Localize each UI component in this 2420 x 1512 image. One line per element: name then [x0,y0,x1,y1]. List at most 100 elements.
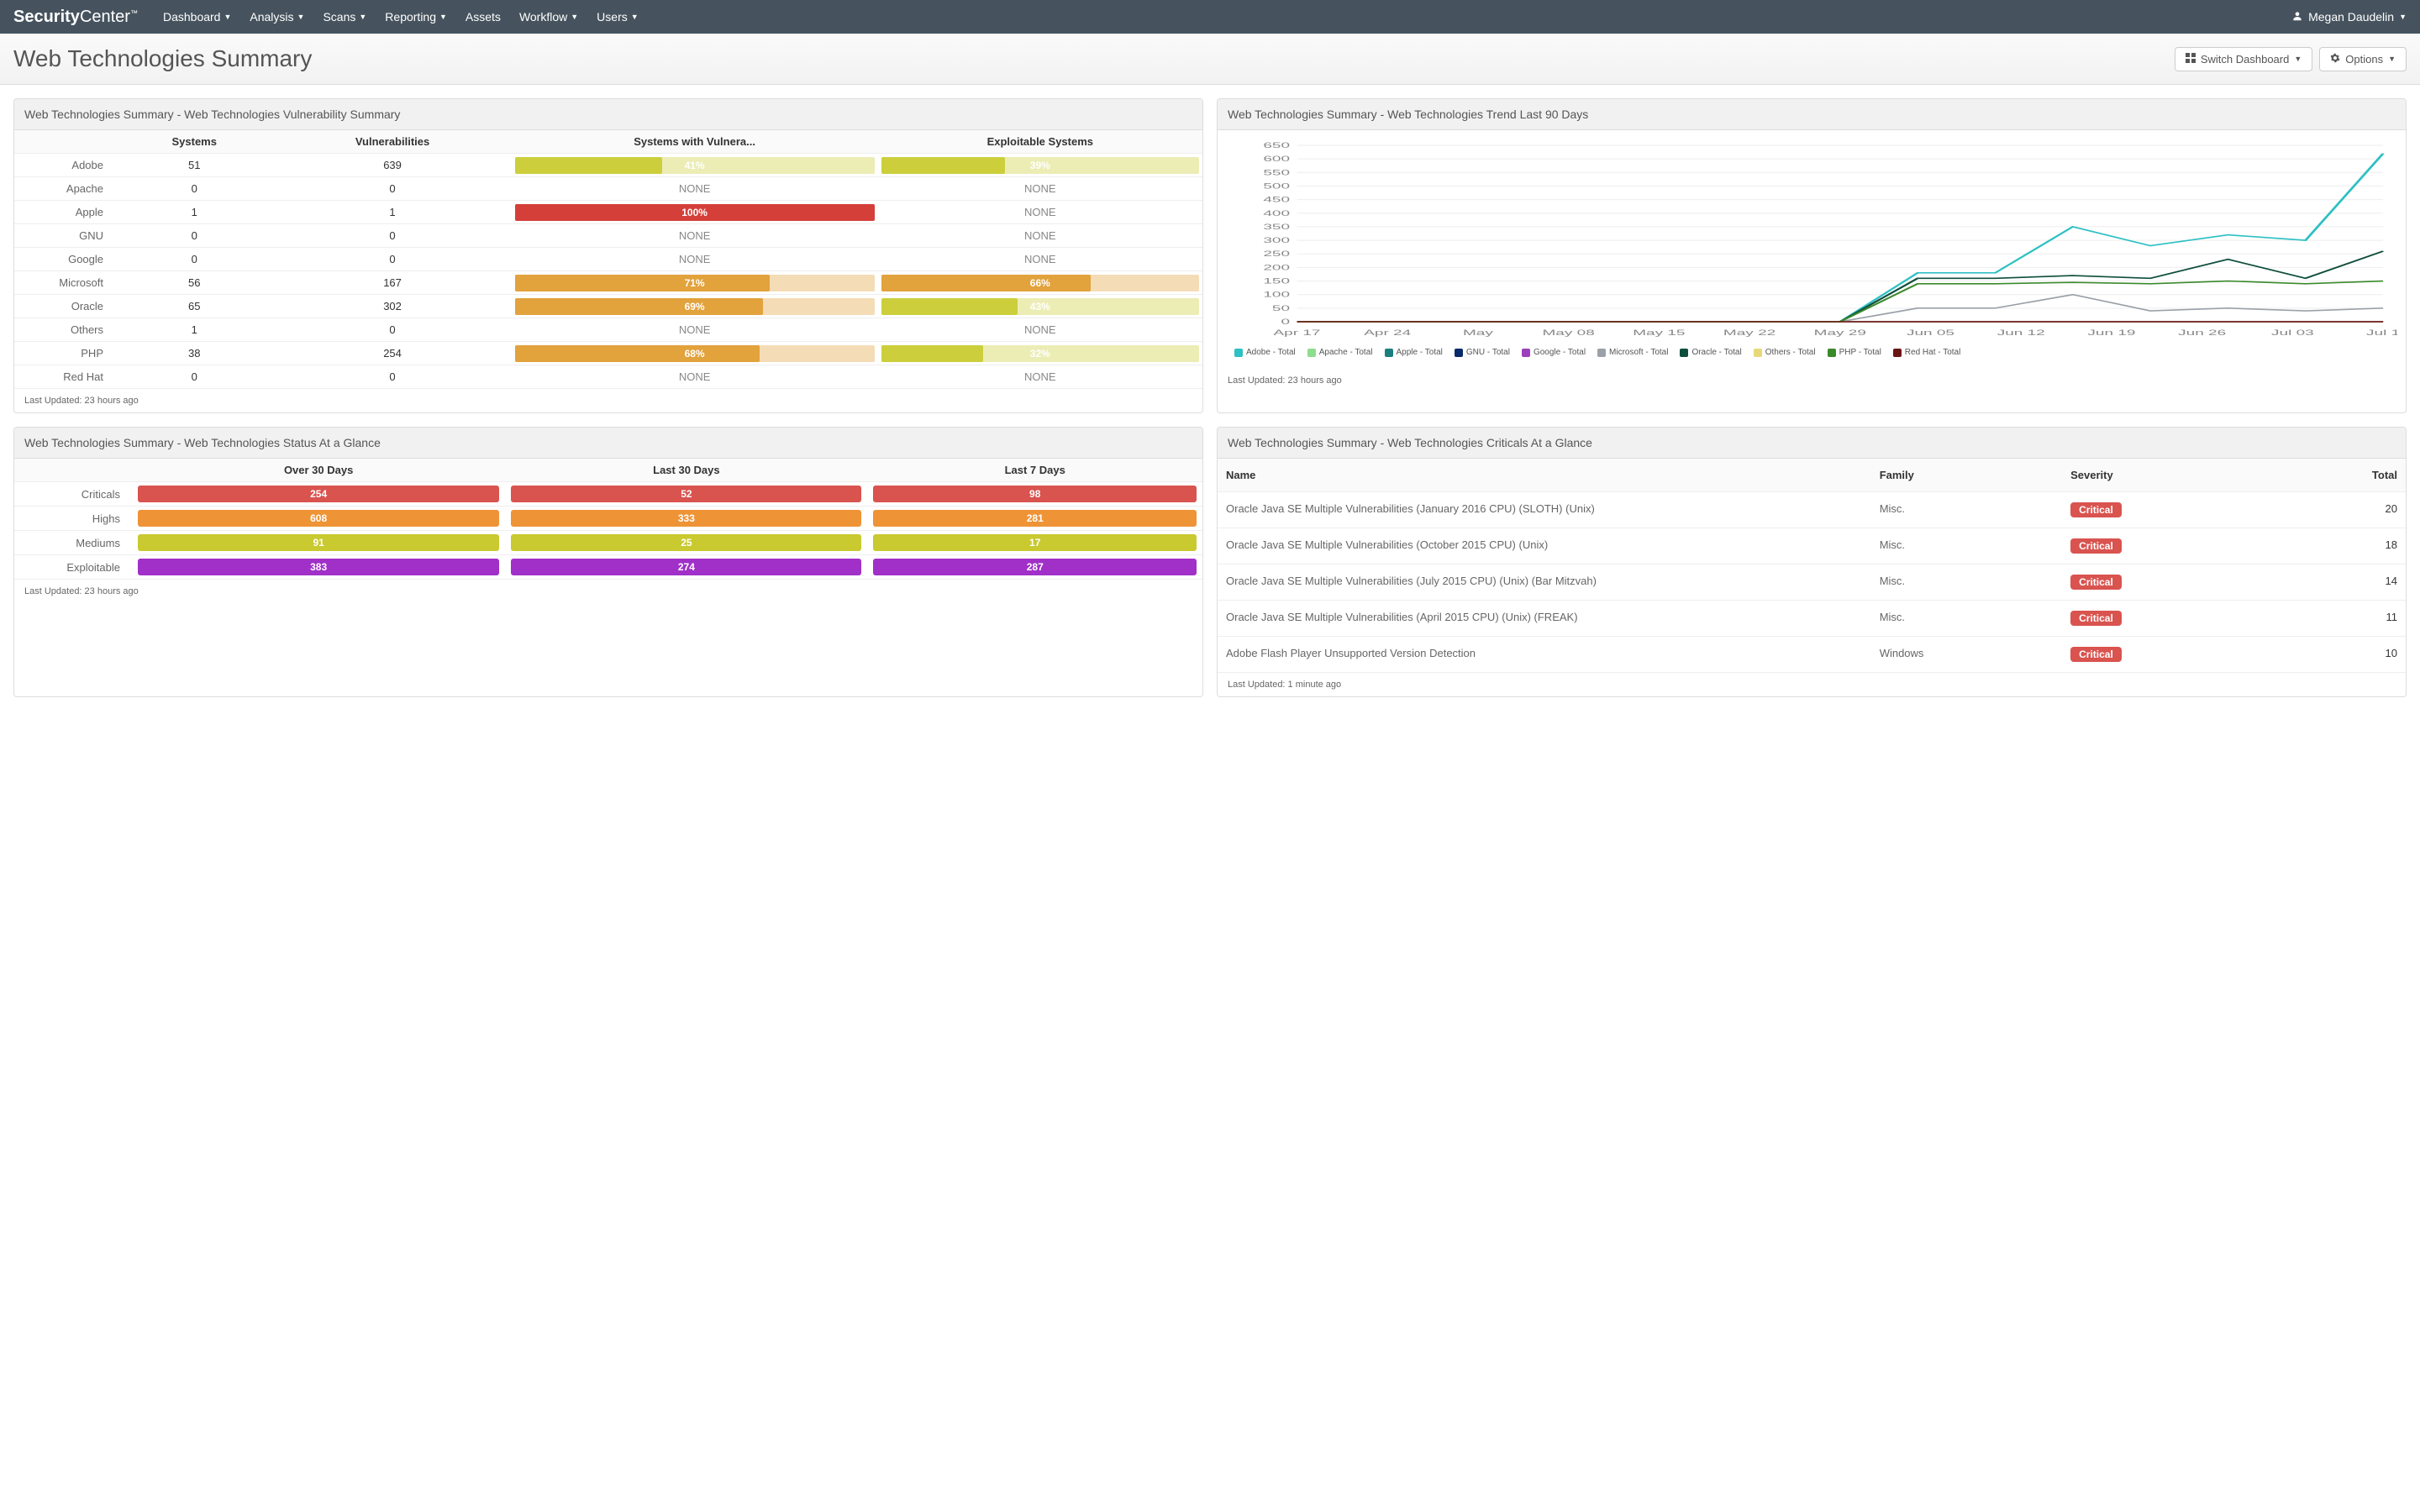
vuln-total: 11 [2274,601,2406,637]
trend-line-chart[interactable]: 050100150200250300350400450500550600650A… [1226,139,2397,340]
nav-items: Dashboard▼ Analysis▼ Scans▼ Reporting▼ Asset… [163,10,2291,24]
legend-swatch [1307,349,1316,357]
legend-item[interactable]: Red Hat - Total [1893,348,1961,357]
last-updated: Last Updated: 23 hours ago [1218,369,2406,392]
panel-title: Web Technologies Summary - Web Technolog… [1218,99,2406,130]
column-header: Systems [115,130,273,154]
panel-title: Web Technologies Summary - Web Technolog… [1218,428,2406,459]
legend-swatch [1680,349,1688,357]
svg-text:May 22: May 22 [1723,329,1776,338]
criticals-table: NameFamilySeverityTotal Oracle Java SE M… [1218,459,2406,673]
table-row[interactable]: Oracle Java SE Multiple Vulnerabilities … [1218,601,2406,637]
table-row[interactable]: Mediums912517 [14,531,1202,555]
row-label: Oracle [14,295,115,318]
severity-badge: Critical [2070,611,2122,626]
user-menu[interactable]: Megan Daudelin ▼ [2291,10,2407,24]
row-label: Exploitable [14,555,132,580]
table-row[interactable]: Criticals2545298 [14,482,1202,507]
column-header: Vulnerabilities [273,130,511,154]
svg-text:May 15: May 15 [1633,329,1685,338]
vuln-total: 20 [2274,492,2406,528]
caret-down-icon: ▼ [297,13,305,21]
legend-item[interactable]: GNU - Total [1455,348,1510,357]
legend-swatch [1385,349,1393,357]
vuln-total: 18 [2274,528,2406,564]
svg-text:Jul 1: Jul 1 [2366,329,2397,338]
column-header: Last 7 Days [867,459,1202,482]
chart-legend: Adobe - Total Apache - Total Apple - Total… [1226,343,2397,360]
table-row[interactable]: Red Hat00NONENONE [14,365,1202,389]
row-label: Apache [14,177,115,201]
caret-down-icon: ▼ [631,13,639,21]
row-label: Red Hat [14,365,115,389]
row-label: Google [14,248,115,271]
table-row[interactable]: Microsoft5616771%66% [14,271,1202,295]
switch-dashboard-button[interactable]: Switch Dashboard ▼ [2175,47,2312,71]
nav-item-users[interactable]: Users▼ [597,10,638,24]
svg-text:Apr 17: Apr 17 [1274,329,1321,338]
svg-text:250: 250 [1263,250,1290,259]
svg-text:Apr 24: Apr 24 [1364,329,1411,338]
row-label: Mediums [14,531,132,555]
legend-item[interactable]: Apple - Total [1385,348,1443,357]
table-row[interactable]: Oracle6530269%43% [14,295,1202,318]
svg-text:May: May [1463,329,1494,338]
nav-item-dashboard[interactable]: Dashboard▼ [163,10,231,24]
legend-item[interactable]: Google - Total [1522,348,1586,357]
column-header: Total [2274,459,2406,492]
table-row[interactable]: Oracle Java SE Multiple Vulnerabilities … [1218,528,2406,564]
vuln-name: Oracle Java SE Multiple Vulnerabilities … [1218,492,1871,528]
user-icon [2291,10,2303,24]
svg-text:0: 0 [1281,318,1290,327]
nav-item-scans[interactable]: Scans▼ [323,10,366,24]
legend-item[interactable]: Oracle - Total [1680,348,1741,357]
legend-item[interactable]: Adobe - Total [1234,348,1296,357]
panel-trend: Web Technologies Summary - Web Technolog… [1217,98,2407,413]
row-label: Microsoft [14,271,115,295]
legend-item[interactable]: Microsoft - Total [1597,348,1668,357]
vuln-family: Misc. [1871,601,2062,637]
table-row[interactable]: Google00NONENONE [14,248,1202,271]
page-header: Web Technologies Summary Switch Dashboar… [0,34,2420,85]
legend-item[interactable]: Others - Total [1754,348,1816,357]
options-button[interactable]: Options ▼ [2319,47,2407,71]
nav-item-workflow[interactable]: Workflow▼ [519,10,578,24]
vuln-family: Misc. [1871,528,2062,564]
table-row[interactable]: Oracle Java SE Multiple Vulnerabilities … [1218,564,2406,601]
row-label: Others [14,318,115,342]
legend-item[interactable]: PHP - Total [1828,348,1881,357]
row-label: Criticals [14,482,132,507]
nav-item-analysis[interactable]: Analysis▼ [250,10,304,24]
legend-swatch [1234,349,1243,357]
svg-text:Jun 19: Jun 19 [2087,329,2135,338]
svg-text:300: 300 [1263,237,1290,245]
nav-item-reporting[interactable]: Reporting▼ [385,10,447,24]
status-glance-table: Over 30 DaysLast 30 DaysLast 7 Days Crit… [14,459,1202,580]
grid-icon [2186,53,2196,66]
table-row[interactable]: Exploitable383274287 [14,555,1202,580]
caret-down-icon: ▼ [439,13,447,21]
table-row[interactable]: Oracle Java SE Multiple Vulnerabilities … [1218,492,2406,528]
legend-item[interactable]: Apache - Total [1307,348,1373,357]
row-label: GNU [14,224,115,248]
table-row[interactable]: Others10NONENONE [14,318,1202,342]
table-row[interactable]: GNU00NONENONE [14,224,1202,248]
vuln-name: Oracle Java SE Multiple Vulnerabilities … [1218,601,1871,637]
table-row[interactable]: PHP3825468%32% [14,342,1202,365]
table-row[interactable]: Highs608333281 [14,507,1202,531]
gear-icon [2330,53,2340,66]
severity-badge: Critical [2070,538,2122,554]
vuln-family: Misc. [1871,564,2062,601]
svg-text:May 08: May 08 [1542,329,1594,338]
nav-item-assets[interactable]: Assets [466,10,501,24]
dashboard-grid: Web Technologies Summary - Web Technolog… [0,85,2420,711]
legend-swatch [1754,349,1762,357]
svg-text:100: 100 [1263,291,1290,299]
table-row[interactable]: Adobe Flash Player Unsupported Version D… [1218,637,2406,673]
vuln-total: 10 [2274,637,2406,673]
table-row[interactable]: Apache00NONENONE [14,177,1202,201]
table-row[interactable]: Apple11100%NONE [14,201,1202,224]
column-header: Family [1871,459,2062,492]
table-row[interactable]: Adobe5163941%39% [14,154,1202,177]
svg-text:Jun 05: Jun 05 [1907,329,1954,338]
